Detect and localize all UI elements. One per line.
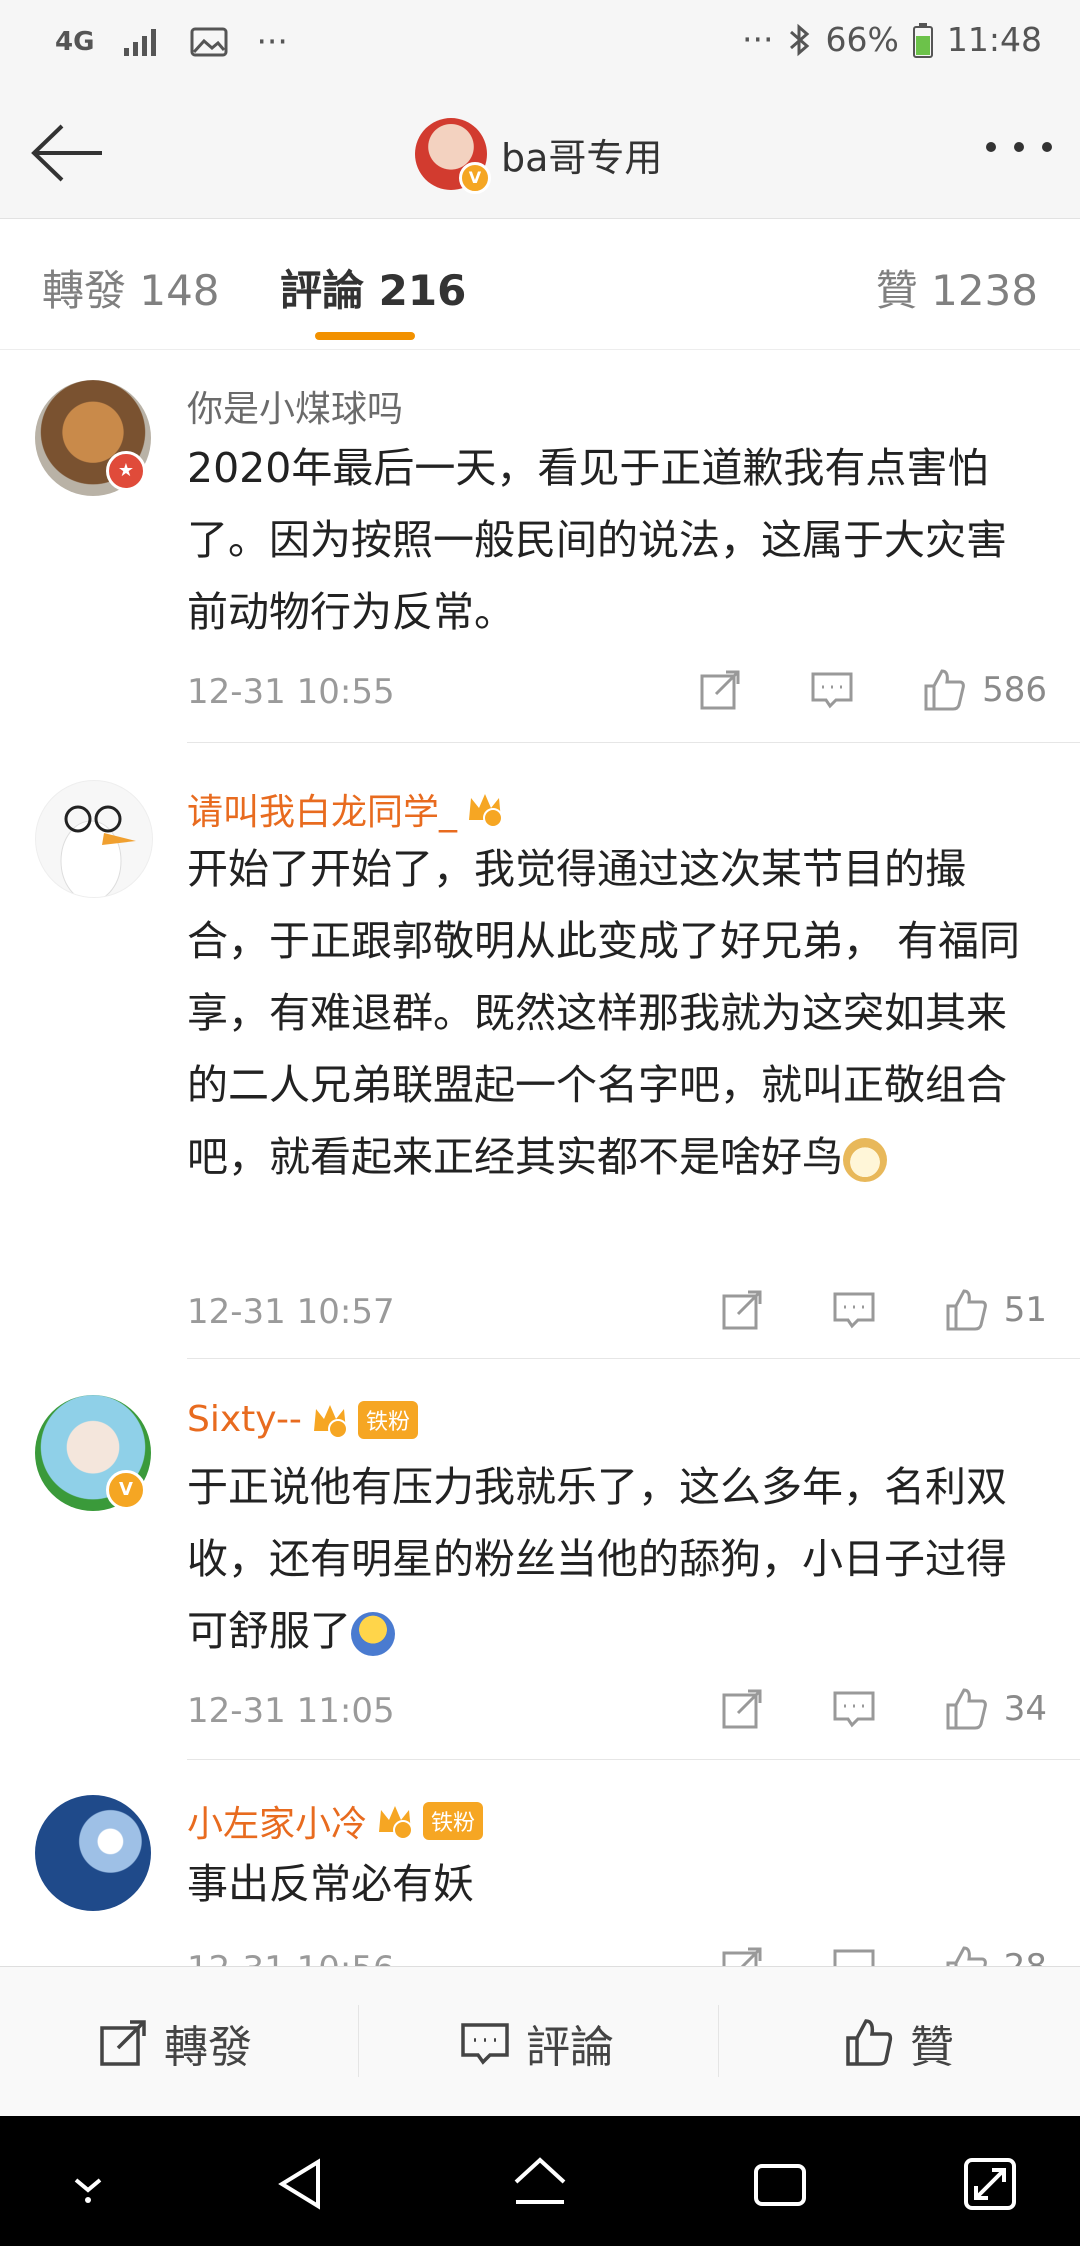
comment-time: 12-31 10:56 — [187, 1949, 395, 1966]
repost-label: 轉發 — [164, 2022, 252, 2073]
back-arrow-icon[interactable] — [28, 120, 108, 186]
hide-keyboard-icon[interactable] — [58, 2154, 118, 2214]
reply-icon[interactable] — [832, 1288, 876, 1332]
comment-icon — [461, 2023, 509, 2065]
tab-reposts[interactable]: 轉發 148 — [42, 257, 220, 318]
comment-button[interactable]: 評論 — [460, 2011, 614, 2075]
like-button[interactable]: 贊 — [844, 2011, 954, 2075]
share-icon[interactable] — [720, 1288, 764, 1332]
comment-username[interactable]: 请叫我白龙同学_ — [187, 783, 505, 835]
like-icon[interactable] — [922, 668, 966, 712]
member-crown-icon — [469, 794, 504, 828]
post-author[interactable]: V ba哥专用 — [415, 118, 663, 194]
battery-icon — [912, 22, 933, 58]
tab-comments[interactable]: 評論 216 — [280, 257, 466, 318]
home-nav-icon[interactable] — [510, 2154, 570, 2214]
repost-button[interactable]: 轉發 — [98, 2011, 252, 2075]
like-icon[interactable] — [944, 1945, 988, 1966]
comment-time: 12-31 11:05 — [187, 1691, 395, 1731]
back-nav-icon[interactable] — [270, 2154, 330, 2214]
like-count: 586 — [982, 670, 1047, 710]
comment-meta: 12-31 10:57 51 — [187, 1288, 1047, 1338]
comment-username[interactable]: 你是小煤球吗 — [187, 380, 403, 432]
divider — [187, 742, 1080, 743]
separator — [718, 2005, 719, 2077]
tab-likes[interactable]: 贊 1238 — [876, 257, 1038, 318]
comment-meta: 12-31 11:05 34 — [187, 1687, 1047, 1737]
reply-icon[interactable] — [832, 1945, 876, 1966]
gallery-icon — [190, 27, 228, 56]
user-badge-icon: ★ — [106, 451, 146, 491]
fan-badge: 铁粉 — [423, 1802, 484, 1840]
thumbs-up-icon — [846, 2019, 893, 2066]
verified-badge-icon: V — [106, 1470, 146, 1510]
divider — [187, 1358, 1080, 1359]
expand-icon[interactable] — [960, 2154, 1020, 2214]
separator — [358, 2005, 359, 2077]
doge-emoji-icon — [843, 1138, 887, 1182]
user-avatar[interactable] — [35, 780, 153, 898]
page-title: ba哥专用 — [501, 135, 663, 180]
bluetooth-icon — [789, 23, 809, 56]
share-icon[interactable] — [720, 1687, 764, 1731]
share-icon[interactable] — [720, 1945, 764, 1966]
reply-icon[interactable] — [832, 1687, 876, 1731]
network-type: 4G — [55, 26, 95, 57]
status-bar: 4G ··· ··· 66% 11:48 — [0, 0, 1080, 90]
username-text[interactable]: Sixty-- — [187, 1399, 302, 1440]
repost-icon — [100, 2020, 146, 2066]
tab-bar: 轉發 148 評論 216 贊 1238 — [0, 219, 1080, 350]
reply-icon[interactable] — [810, 668, 854, 712]
like-label: 贊 — [910, 2022, 954, 2073]
member-crown-icon — [379, 1806, 414, 1840]
comment-text-block: 开始了开始了，我觉得通过这次某节目的撮合，于正跟郭敬明从此变成了好兄弟， 有福同… — [187, 833, 1047, 1193]
user-avatar[interactable] — [35, 1795, 151, 1911]
comment-text-block: 于正说他有压力我就乐了，这么多年，名利双收，还有明星的粉丝当他的舔狗，小日子过得… — [187, 1451, 1047, 1667]
username-text[interactable]: 你是小煤球吗 — [187, 380, 403, 432]
like-icon[interactable] — [944, 1288, 988, 1332]
goose-avatar-icon — [60, 805, 136, 897]
notification-more: ··· — [256, 22, 288, 61]
comment-text: 2020年最后一天，看见于正道歉我有点害怕了。因为按照一般民间的说法，这属于大灾… — [187, 444, 1007, 636]
bottom-action-bar: 轉發 評論 贊 — [0, 1966, 1080, 2117]
signal-icon — [124, 28, 157, 56]
username-text[interactable]: 请叫我白龙同学_ — [187, 783, 457, 835]
username-text[interactable]: 小左家小冷 — [187, 1795, 367, 1847]
comment-item: 小左家小冷 铁粉 事出反常必有妖 12-31 10:56 28 — [0, 1760, 1080, 1966]
clock: 11:48 — [946, 20, 1042, 59]
verified-badge: V — [459, 162, 491, 194]
comment-text: 开始了开始了，我觉得通过这次某节目的撮合，于正跟郭敬明从此变成了好兄弟， 有福同… — [187, 845, 1021, 1181]
member-crown-icon — [313, 1404, 348, 1439]
like-icon[interactable] — [944, 1687, 988, 1731]
comment-username[interactable]: 小左家小冷 铁粉 — [187, 1795, 484, 1847]
shrug-emoji-icon — [351, 1612, 395, 1656]
comment-text: 于正说他有压力我就乐了，这么多年，名利双收，还有明星的粉丝当他的舔狗，小日子过得… — [187, 1463, 1007, 1655]
fan-badge: 铁粉 — [357, 1400, 418, 1439]
like-count: 51 — [1003, 1290, 1047, 1330]
active-tab-indicator — [315, 332, 415, 340]
comment-time: 12-31 10:55 — [187, 672, 395, 712]
more-options-icon[interactable] — [986, 142, 1052, 152]
system-navigation-bar — [0, 2116, 1080, 2246]
like-count: 28 — [1004, 1947, 1047, 1966]
comment-time: 12-31 10:57 — [187, 1292, 395, 1332]
comment-text: 事出反常必有妖 — [187, 1860, 474, 1908]
share-icon[interactable] — [698, 668, 742, 712]
recents-nav-icon[interactable] — [750, 2154, 810, 2214]
like-count: 34 — [1003, 1689, 1047, 1729]
comment-meta: 12-31 10:55 586 — [187, 668, 1047, 718]
comment-meta: 12-31 10:56 28 — [187, 1945, 1047, 1966]
battery-percent: 66% — [825, 20, 899, 59]
status-more: ··· — [742, 20, 774, 59]
comment-label: 評論 — [526, 2022, 614, 2073]
comment-username[interactable]: Sixty-- 铁粉 — [187, 1399, 418, 1440]
top-navigation: V ba哥专用 — [0, 90, 1080, 219]
author-avatar[interactable]: V — [415, 118, 491, 194]
